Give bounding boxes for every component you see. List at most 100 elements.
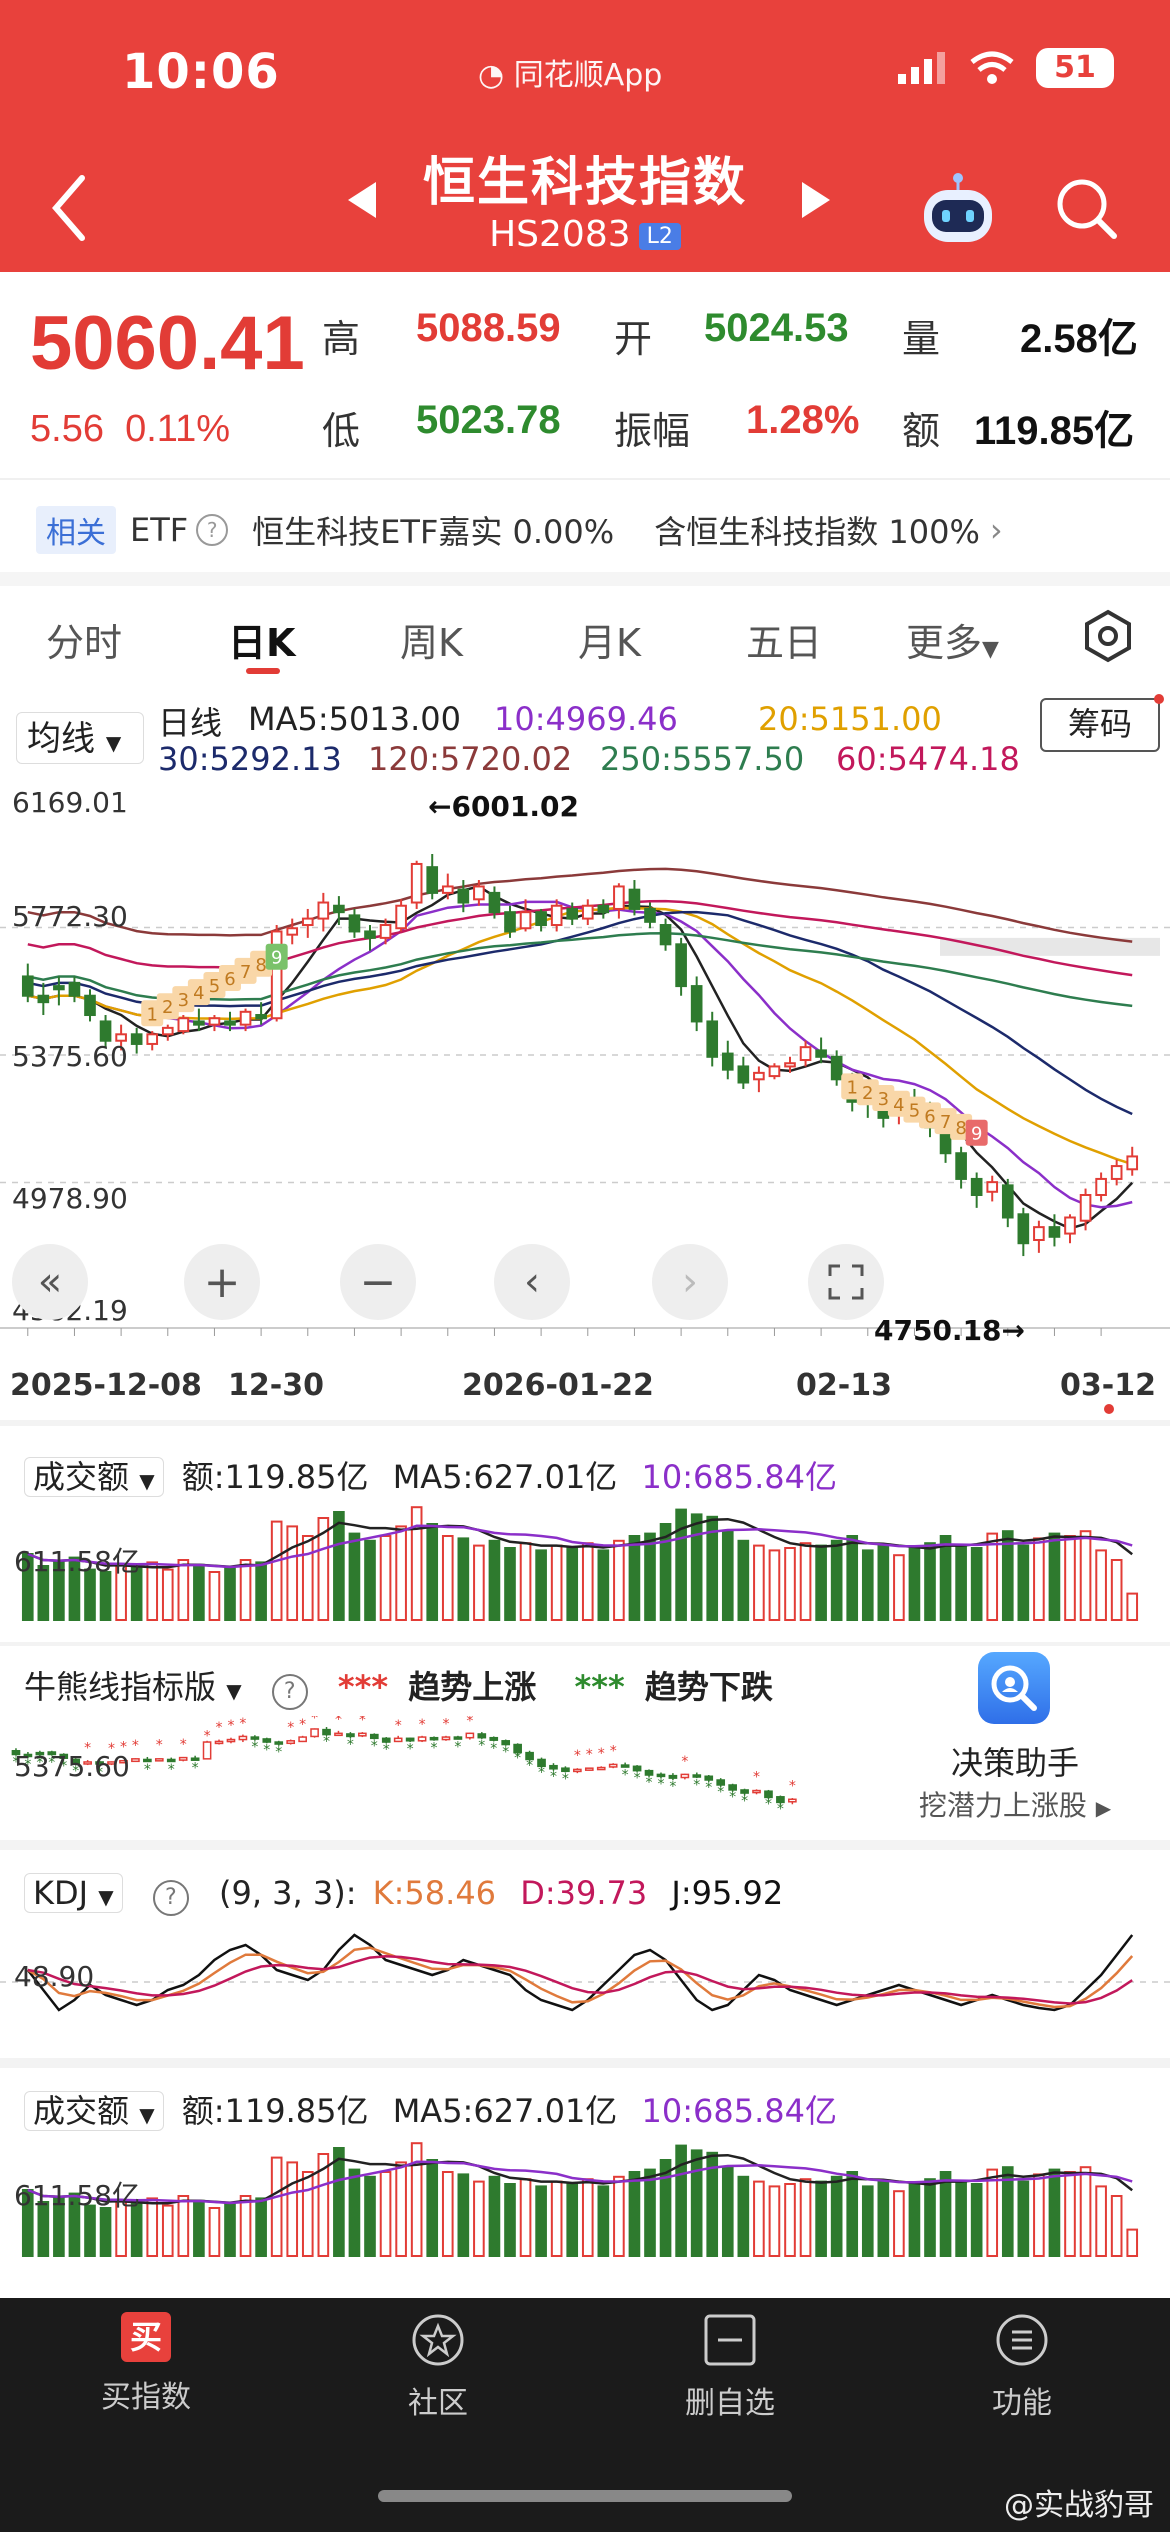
amplitude-label: 振幅 [614,409,691,453]
volume-bar [955,2180,967,2257]
volume-bar [193,1563,205,1622]
fullscreen-button[interactable] [808,1244,884,1320]
nav-functions[interactable]: 功能 [932,2312,1112,2422]
ma-select[interactable]: 均线 ▼ [16,712,144,764]
candle [68,981,81,997]
bb-trend-marker: * [681,1754,688,1770]
period-tabs: 分时 日K 周K 月K 五日 更多▼ [0,600,1170,680]
robot-assistant-icon[interactable] [918,172,998,248]
decision-assistant-icon [978,1652,1050,1724]
etf-text[interactable]: 恒生科技ETF嘉实 0.00% [252,507,614,553]
volume-bar [301,2171,314,2257]
tab-intraday[interactable]: 分时 [46,612,122,667]
bb-trend-marker: * [729,1789,736,1805]
next-index-icon[interactable] [798,180,834,220]
bb-candle [393,1737,403,1743]
volume-bar [908,2183,921,2257]
bb-trend-marker: * [634,1770,641,1786]
fullscreen-icon [828,1264,864,1300]
step-right-button[interactable]: › [652,1244,728,1320]
candle [799,1046,812,1062]
high-label: 高 [322,317,361,361]
search-icon[interactable] [1052,174,1122,244]
bb-candle [429,1736,439,1741]
info-icon[interactable]: ? [196,514,229,546]
caret-down-icon: ▼ [982,637,999,662]
help-icon[interactable]: ? [271,1674,308,1710]
volume2-select[interactable]: 成交额 ▼ [24,2091,164,2131]
bb-trend-marker: * [478,1738,485,1754]
volume-bar [861,1549,874,1621]
bull-bear-select[interactable]: 牛熊线指标版 ▼ [24,1668,242,1706]
volume-bar [473,1544,485,1621]
zoom-in-button[interactable]: + [184,1244,260,1320]
kdj-chart[interactable] [0,1920,1170,2050]
y-tick-3: 5375.60 [12,1040,128,1073]
volume-bar [333,1511,345,1621]
candle [53,985,65,991]
status-app-name: ◔ 同花顺App [478,50,662,94]
zoom-out-button[interactable]: − [340,1244,416,1320]
ma30-value: 30:5292.13 [158,740,342,778]
index-weight-text[interactable]: 含恒生科技指数 100% [654,507,980,553]
decision-assistant-title: 决策助手 [950,1744,1079,1782]
sequence-number: 8 [255,955,266,976]
bb-trend-marker: * [335,1716,342,1728]
high-value: 5088.59 [416,306,561,350]
candle [1033,1226,1045,1241]
tab-monthly-k[interactable]: 月K [578,612,641,667]
volume-bar [177,2195,190,2257]
volume-bar [193,2199,205,2258]
tab-more[interactable]: 更多▼ [906,612,999,667]
volume-bar [581,2178,594,2258]
help-icon[interactable]: ? [152,1880,189,1916]
volume-bar [815,1544,827,1621]
candle [644,907,656,923]
volume-bar [1048,1532,1061,1621]
bull-bear-chart[interactable]: * * * * * * * * * * * * * * * * * * * * * * * * * * * * * * * * * * * * * * * *… [0,1716,880,1816]
volume-bar [535,2185,547,2257]
volume-bar [1110,2195,1123,2257]
nav-community[interactable]: 社区 [348,2312,528,2422]
volume-bar [970,1547,983,1621]
volume-bar [597,2185,610,2257]
status-icons: 51 [896,48,1114,88]
candle [473,885,485,901]
tab-daily-k[interactable]: 日K [228,612,295,667]
volume-bar [457,1537,470,1621]
step-left-button[interactable]: ‹ [494,1244,570,1320]
bb-candle [608,1763,618,1768]
nav-buy-index[interactable]: 买 买指数 [56,2312,236,2416]
chevron-right-icon[interactable]: › [990,511,1003,549]
volume-chart-2[interactable] [0,2136,1170,2266]
volume-chart[interactable] [0,1500,1170,1630]
candle [1126,1155,1139,1171]
volume-bar [893,1554,905,1622]
decision-assistant[interactable]: 决策助手 挖潜力上涨股 ▶ [880,1648,1170,1834]
nav-remove-watchlist[interactable]: 删自选 [640,2312,820,2422]
related-tag: 相关 [36,506,116,554]
trend-down-marker: *** [574,1668,625,1706]
kdj-y-tick: 48.90 [14,1960,95,1993]
candle [1048,1226,1061,1238]
community-star-icon [412,2314,464,2366]
volume-bar [955,1544,967,1621]
ma250-value: 250:5557.50 [600,740,805,778]
bb-trend-marker: * [431,1741,438,1757]
chip-button[interactable]: 筹码 [1040,698,1160,752]
tab-weekly-k[interactable]: 周K [400,612,463,667]
bb-candle [584,1767,594,1771]
tab-five-day[interactable]: 五日 [746,612,822,667]
scroll-left-button[interactable]: « [12,1244,88,1320]
volume-bar [535,1549,547,1621]
volume-panel2-header: 成交额 ▼ 额:119.85亿 MA5:627.01亿 10:685.84亿 [24,2086,837,2132]
settings-hexagon-icon[interactable] [1080,608,1136,664]
candlestick-chart[interactable]: 1 2 3 4 5 6 7 8 91 2 3 4 5 6 7 8 9 [0,780,1170,1340]
bb-trend-marker: * [526,1758,533,1774]
bb-candle [441,1736,451,1741]
sequence-number: 5 [209,976,220,997]
volume-y-tick: 611.58亿 [14,1545,140,1578]
volume-select[interactable]: 成交额 ▼ [24,1457,164,1497]
related-etf-row[interactable]: 相关 ETF ? 恒生科技ETF嘉实 0.00% 含恒生科技指数 100% › [36,506,1003,554]
kdj-select[interactable]: KDJ ▼ [24,1873,123,1913]
